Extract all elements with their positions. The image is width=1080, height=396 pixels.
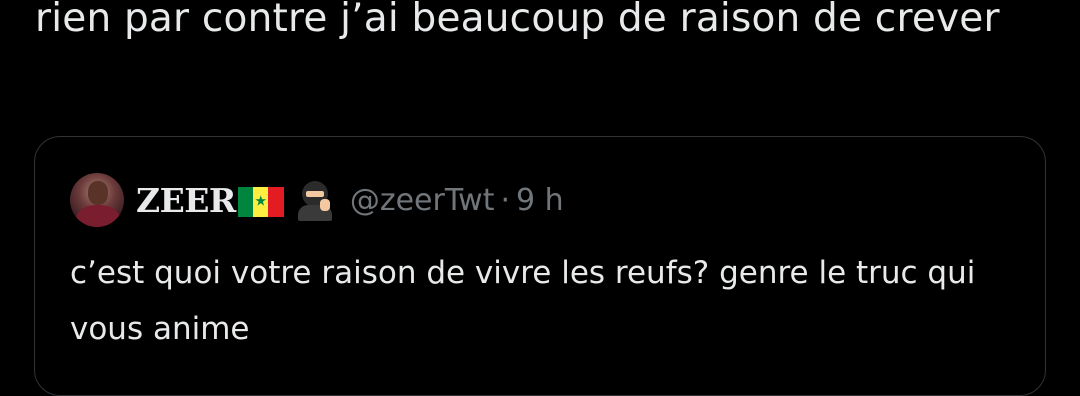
senegal-flag-icon: ★	[237, 187, 284, 217]
avatar[interactable]	[70, 173, 124, 227]
ninja-icon	[296, 179, 336, 221]
timestamp[interactable]: 9 h	[516, 183, 564, 218]
separator-dot: ·	[500, 182, 511, 218]
quoted-tweet-text: c’est quoi votre raison de vivre les reu…	[70, 255, 976, 347]
quoted-tweet-card[interactable]: ZEER ★ @zeerTwt · 9 h c’est quoi votre r…	[34, 136, 1046, 396]
tweet-text: rien par contre j’ai beaucoup de raison …	[35, 0, 1000, 41]
user-handle[interactable]: @zeerTwt	[350, 183, 495, 218]
quoted-tweet-header: ZEER ★ @zeerTwt · 9 h	[70, 171, 564, 229]
display-name[interactable]: ZEER	[136, 181, 236, 220]
